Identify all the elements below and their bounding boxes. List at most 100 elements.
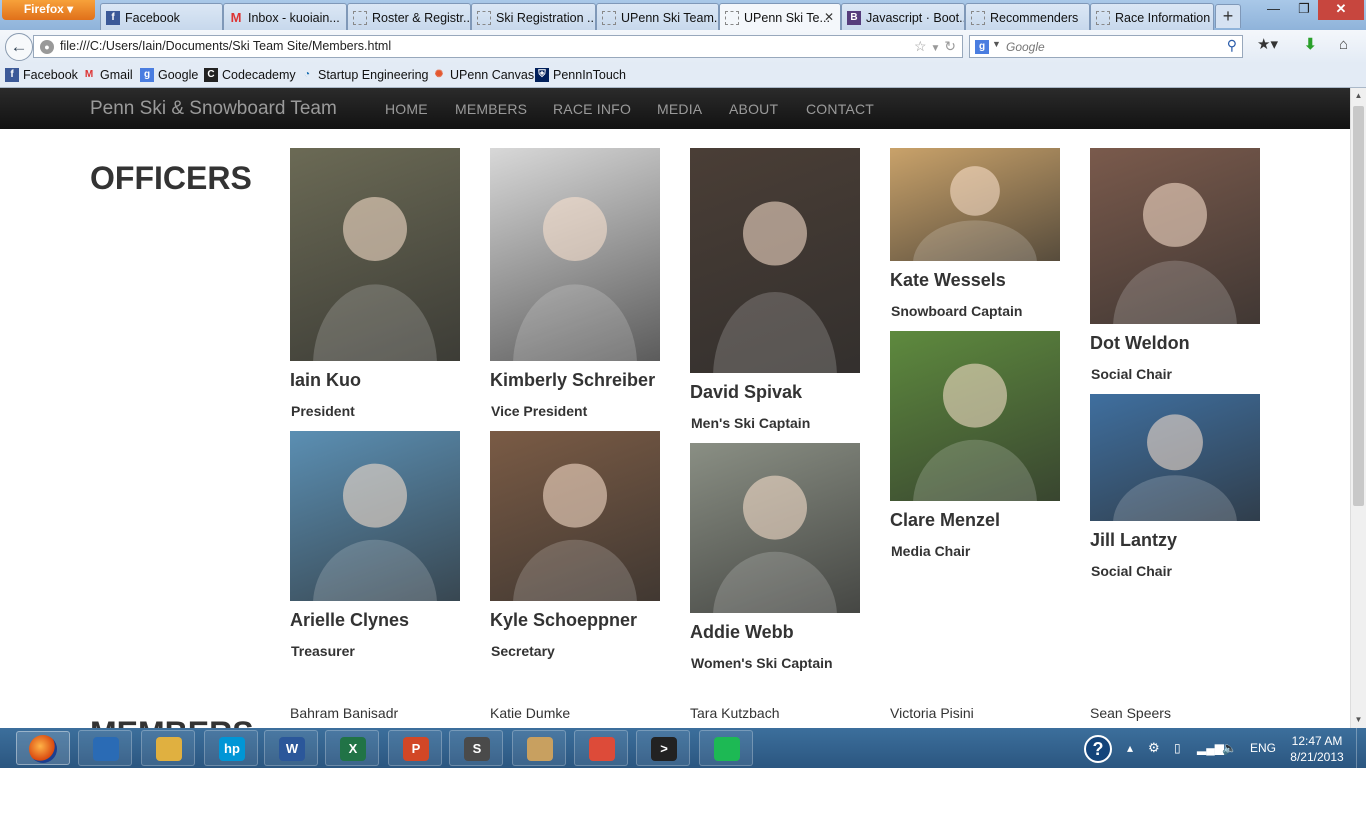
paint-taskbar-button[interactable] bbox=[512, 730, 566, 766]
scrollbar-thumb[interactable] bbox=[1353, 106, 1364, 506]
blank-page-icon bbox=[353, 11, 367, 25]
officer-name: Kate Wessels bbox=[890, 270, 1006, 290]
close-window-button[interactable]: ✕ bbox=[1318, 0, 1364, 20]
officer-card: Arielle Clynes Treasurer bbox=[290, 431, 460, 659]
bookmark-upenn-canvas[interactable]: ✺ UPenn Canvas bbox=[432, 68, 534, 82]
tray-app-icon[interactable]: ⚙ bbox=[1148, 728, 1160, 768]
tab-8[interactable]: Recommenders bbox=[965, 3, 1090, 30]
chrome-icon bbox=[589, 737, 615, 761]
engine-dropdown-icon[interactable]: ▼ bbox=[992, 39, 1001, 49]
file-explorer-taskbar-button[interactable] bbox=[141, 730, 195, 766]
bookmark-google[interactable]: g Google bbox=[140, 68, 198, 82]
tab-6[interactable]: UPenn Ski Te... ✕ bbox=[719, 3, 841, 30]
help-icon[interactable]: ? bbox=[1084, 735, 1112, 763]
downloads-icon[interactable]: ⬇ bbox=[1304, 35, 1317, 55]
person-silhouette-icon bbox=[513, 463, 637, 601]
officer-photo bbox=[290, 431, 460, 601]
tab-7[interactable]: B Javascript · Boot... bbox=[841, 3, 965, 30]
nav-contact[interactable]: CONTACT bbox=[806, 101, 874, 117]
network-signal-icon[interactable]: ▂▄▆ bbox=[1197, 728, 1224, 768]
officer-role: President bbox=[291, 403, 355, 419]
bookmark-codecademy[interactable]: C Codecademy bbox=[204, 68, 296, 82]
hp-icon: hp bbox=[219, 737, 245, 761]
google-search-engine-icon[interactable]: g bbox=[975, 40, 989, 54]
history-dropdown-icon[interactable]: ▼ bbox=[930, 43, 940, 54]
tab-title: Javascript · Boot... bbox=[866, 11, 965, 25]
url-bar[interactable]: ● file:///C:/Users/Iain/Documents/Ski Te… bbox=[33, 35, 963, 58]
canvas-icon: ✺ bbox=[434, 69, 444, 80]
tab-title: UPenn Ski Team... bbox=[621, 11, 719, 25]
volume-icon[interactable]: 🔈 bbox=[1222, 728, 1237, 768]
bookmark-startup-engineering[interactable]: ◔ Startup Engineering bbox=[300, 68, 429, 82]
search-icon[interactable]: ⚲ bbox=[1227, 37, 1237, 54]
officer-card: Dot Weldon Social Chair bbox=[1090, 148, 1260, 382]
officers-heading: OFFICERS bbox=[90, 160, 252, 196]
tab-2[interactable]: M Inbox - kuoiain... bbox=[223, 3, 347, 30]
officer-card: David Spivak Men's Ski Captain bbox=[690, 148, 860, 431]
navigation-toolbar: ← ● file:///C:/Users/Iain/Documents/Ski … bbox=[0, 30, 1366, 63]
person-silhouette-icon bbox=[313, 196, 437, 361]
chrome-taskbar-button[interactable] bbox=[574, 730, 628, 766]
bookmark-pennintouch[interactable]: ⛨ PennInTouch bbox=[535, 68, 626, 82]
bookmark-star-icon[interactable]: ☆ bbox=[914, 38, 927, 54]
officer-name: Iain Kuo bbox=[290, 370, 361, 390]
terminal-taskbar-button[interactable]: > bbox=[636, 730, 690, 766]
firefox-menu-button[interactable]: Firefox ▾ bbox=[2, 0, 95, 20]
bookmarks-menu-icon[interactable]: ★▾ bbox=[1257, 35, 1278, 55]
scroll-down-arrow-icon[interactable]: ▼ bbox=[1351, 712, 1366, 728]
tab-9[interactable]: Race Information bbox=[1090, 3, 1214, 30]
nav-about[interactable]: ABOUT bbox=[729, 101, 778, 117]
excel-taskbar-button[interactable]: X bbox=[325, 730, 379, 766]
officer-card: Kate Wessels Snowboard Captain bbox=[890, 148, 1060, 319]
bookmark-gmail[interactable]: M Gmail bbox=[82, 68, 133, 82]
site-navbar: Penn Ski & Snowboard Team HOME MEMBERS RAC… bbox=[0, 88, 1350, 129]
nav-home[interactable]: HOME bbox=[385, 101, 428, 117]
nav-members[interactable]: MEMBERS bbox=[455, 101, 527, 117]
paint-icon bbox=[527, 737, 553, 761]
system-clock[interactable]: 12:47 AM 8/21/2013 bbox=[1285, 733, 1349, 765]
powerpoint-taskbar-button[interactable]: P bbox=[388, 730, 442, 766]
word-taskbar-button[interactable]: W bbox=[264, 730, 318, 766]
officer-role: Social Chair bbox=[1091, 563, 1172, 579]
device-icon[interactable]: ▯ bbox=[1174, 728, 1181, 768]
reload-icon[interactable]: ↻ bbox=[944, 38, 956, 54]
close-tab-icon[interactable]: ✕ bbox=[824, 10, 834, 24]
nav-race-info[interactable]: RACE INFO bbox=[553, 101, 631, 117]
officer-role: Vice President bbox=[491, 403, 588, 419]
officer-name: Arielle Clynes bbox=[290, 610, 410, 630]
officer-role: Women's Ski Captain bbox=[691, 655, 833, 671]
new-tab-button[interactable]: + bbox=[1215, 4, 1241, 28]
person-silhouette-icon bbox=[1113, 414, 1237, 521]
person-silhouette-icon bbox=[513, 196, 637, 361]
blank-page-icon bbox=[725, 11, 739, 25]
show-hidden-icons-icon[interactable]: ▴ bbox=[1127, 728, 1133, 768]
restore-button[interactable]: ❐ bbox=[1290, 0, 1318, 20]
officer-card: Jill Lantzy Social Chair bbox=[1090, 394, 1260, 579]
tab-title: Inbox - kuoiain... bbox=[248, 11, 340, 25]
minimize-button[interactable]: — bbox=[1257, 0, 1290, 20]
sublime-text-taskbar-button[interactable]: S bbox=[449, 730, 503, 766]
members-heading: MEMBERS bbox=[90, 715, 254, 728]
tab-4[interactable]: Ski Registration ... bbox=[471, 3, 596, 30]
bookmark-label: PennInTouch bbox=[553, 68, 626, 82]
show-desktop-button[interactable] bbox=[1356, 728, 1366, 768]
start-button[interactable] bbox=[16, 731, 70, 765]
tab-3[interactable]: Roster & Registr... bbox=[347, 3, 471, 30]
tab-1[interactable]: f Facebook bbox=[100, 3, 223, 30]
nav-media[interactable]: MEDIA bbox=[657, 101, 702, 117]
sublime-text-icon: S bbox=[464, 737, 490, 761]
bookmark-facebook[interactable]: f Facebook bbox=[5, 68, 78, 82]
blank-page-icon bbox=[477, 11, 491, 25]
officer-photo bbox=[890, 331, 1060, 501]
language-indicator[interactable]: ENG bbox=[1250, 728, 1276, 768]
home-icon[interactable]: ⌂ bbox=[1339, 35, 1348, 55]
site-brand[interactable]: Penn Ski & Snowboard Team bbox=[90, 98, 337, 120]
search-box[interactable]: g ▼ Google ⚲ bbox=[969, 35, 1243, 58]
scroll-up-arrow-icon[interactable]: ▲ bbox=[1351, 88, 1366, 104]
hp-taskbar-button[interactable]: hp bbox=[204, 730, 258, 766]
tab-5[interactable]: UPenn Ski Team... bbox=[596, 3, 719, 30]
page-scrollbar[interactable]: ▲ ▼ bbox=[1350, 88, 1366, 728]
spotify-taskbar-button[interactable] bbox=[699, 730, 753, 766]
back-button[interactable]: ← bbox=[5, 33, 33, 61]
thunderbird-taskbar-button[interactable] bbox=[78, 730, 132, 766]
